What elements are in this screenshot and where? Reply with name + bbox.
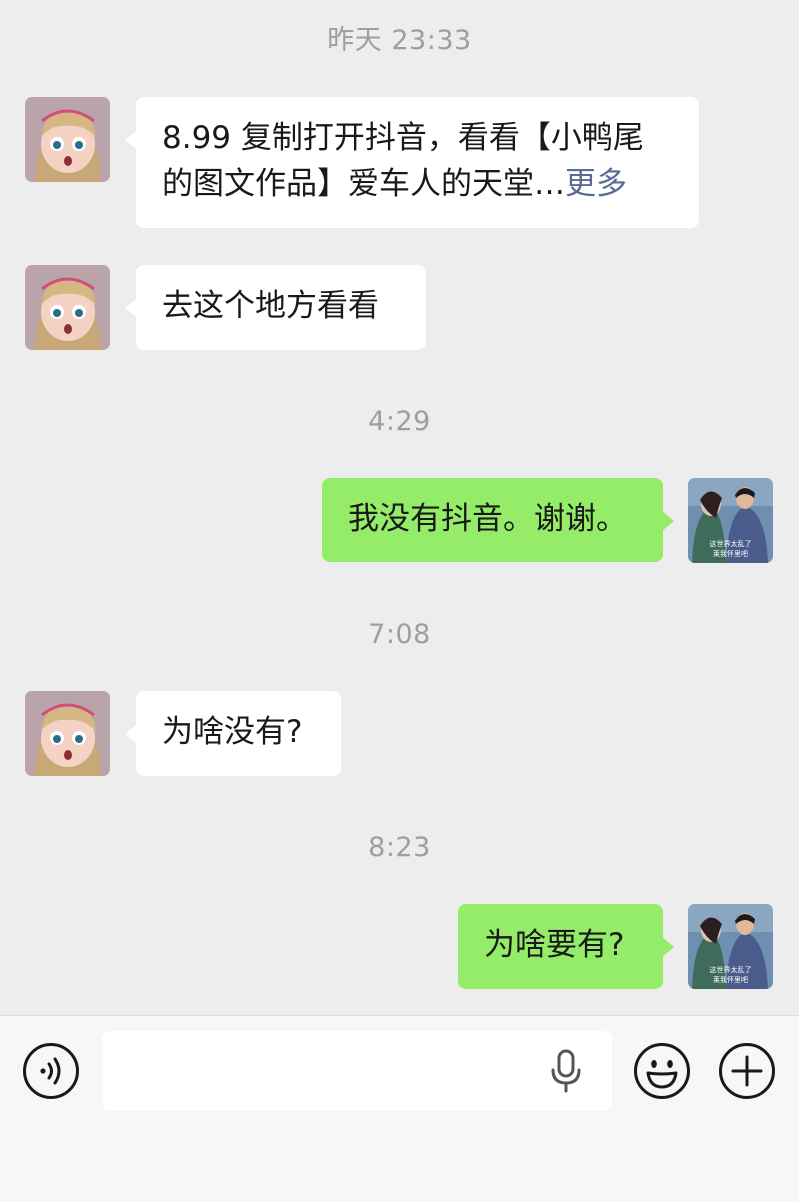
contact-avatar[interactable]	[25, 97, 110, 182]
message-bubble-incoming[interactable]: 去这个地方看看	[125, 265, 426, 350]
my-avatar[interactable]: 这世界太乱了 莱我怀里吧	[688, 904, 773, 989]
message-input[interactable]	[102, 1031, 612, 1111]
message-text: 去这个地方看看	[162, 288, 379, 324]
message-bubble-outgoing[interactable]: 我没有抖音。谢谢。	[322, 478, 674, 562]
chat-area[interactable]: 昨天 23:33 8.99 复制打开抖音，看看【小鸭尾 的图文作品】爱车人的天堂…	[0, 0, 799, 1015]
emoji-icon[interactable]	[633, 1042, 691, 1100]
mic-icon[interactable]	[548, 1049, 584, 1093]
contact-avatar[interactable]	[25, 265, 110, 350]
avatar-caption-line: 莱我怀里吧	[713, 549, 748, 558]
contact-avatar[interactable]	[25, 691, 110, 776]
avatar-caption-line: 莱我怀里吧	[713, 975, 748, 984]
timestamp: 8:23	[368, 832, 431, 863]
plus-icon[interactable]	[718, 1042, 776, 1100]
timestamp: 7:08	[368, 619, 431, 650]
my-avatar[interactable]: 这世界太乱了 莱我怀里吧	[688, 478, 773, 563]
avatar-caption-line: 这世界太乱了	[710, 539, 752, 548]
message-text-line: 的图文作品】爱车人的天堂…	[162, 166, 565, 202]
message-text: 为啥要有?	[484, 927, 625, 963]
more-link[interactable]: 更多	[565, 166, 627, 202]
voice-icon[interactable]	[22, 1042, 80, 1100]
message-bubble-incoming[interactable]: 8.99 复制打开抖音，看看【小鸭尾 的图文作品】爱车人的天堂…更多	[125, 97, 699, 228]
input-bar	[0, 1015, 799, 1201]
message-text: 我没有抖音。谢谢。	[348, 501, 627, 537]
message-text-line: 8.99 复制打开抖音，看看【小鸭尾	[162, 120, 644, 156]
message-bubble-incoming[interactable]: 为啥没有?	[125, 691, 341, 776]
avatar-caption-line: 这世界太乱了	[710, 965, 752, 974]
message-text: 为啥没有?	[162, 714, 303, 750]
timestamp: 4:29	[368, 406, 431, 437]
message-bubble-outgoing[interactable]: 为啥要有?	[458, 904, 674, 989]
timestamp: 昨天 23:33	[327, 25, 472, 56]
